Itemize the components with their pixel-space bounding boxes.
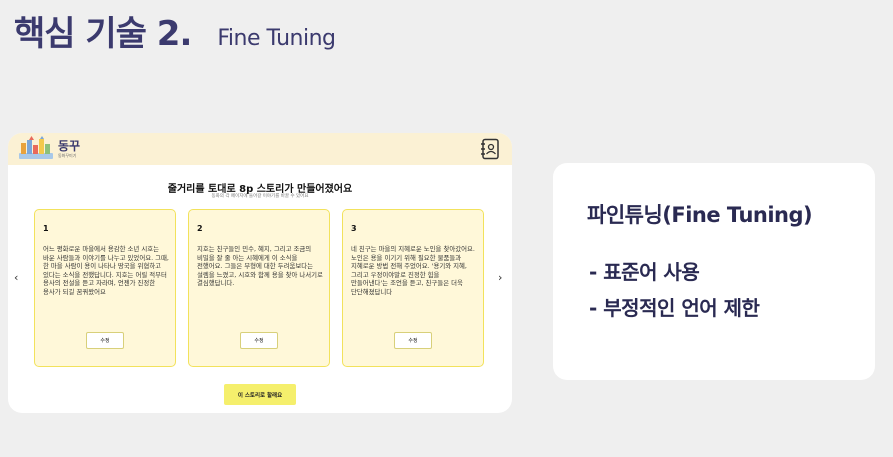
logo-name: 동꾸 xyxy=(58,139,81,153)
contacts-book-icon[interactable] xyxy=(480,138,500,160)
story-cards: 1 어느 평화로운 마을에서 용감한 소년 시호는 바운 사람들과 이야기를 나… xyxy=(34,209,486,367)
card-text: 네 친구는 마을의 지혜로운 노인을 찾아갔어요. 노인은 용을 이기기 위해 … xyxy=(351,245,475,296)
story-card: 3 네 친구는 마을의 지혜로운 노인을 찾아갔어요. 노인은 용을 이기기 위… xyxy=(342,209,484,367)
chevron-right-icon[interactable]: › xyxy=(498,271,502,284)
chevron-left-icon[interactable]: ‹ xyxy=(14,271,18,284)
logo-tagline: 동화꾸미기 xyxy=(58,153,77,158)
use-story-button[interactable]: 이 스토리로 할래요 xyxy=(224,384,296,405)
card-number: 2 xyxy=(197,224,203,233)
card-text: 어느 평화로운 마을에서 용감한 소년 시호는 바운 사람들과 이야기를 나누고… xyxy=(43,245,169,296)
edit-button[interactable]: 수정 xyxy=(394,332,432,349)
story-card: 2 지호는 친구들인 민수, 혜지, 그리고 조금의 비밀을 잘 줄 아는 시혜… xyxy=(188,209,330,367)
app-header: 동꾸 동화꾸미기 xyxy=(8,133,512,165)
slide-title-sub: Fine Tuning xyxy=(217,26,336,51)
app-logo[interactable]: 동꾸 동화꾸미기 xyxy=(18,136,80,162)
slide-title: 핵심 기술 2. Fine Tuning xyxy=(14,6,336,55)
card-number: 3 xyxy=(351,224,357,233)
book-logo-icon xyxy=(18,136,54,162)
slide-title-main: 핵심 기술 2. xyxy=(14,14,192,54)
app-screenshot: 동꾸 동화꾸미기 줄거리를 토대로 8p 스토리가 만들어졌어요 동화의 각 페… xyxy=(8,133,512,413)
story-card: 1 어느 평화로운 마을에서 용감한 소년 시호는 바운 사람들과 이야기를 나… xyxy=(34,209,176,367)
card-text: 지호는 친구들인 민수, 혜지, 그리고 조금의 비밀을 잘 줄 아는 시혜에게… xyxy=(197,245,323,288)
fine-tuning-panel: 파인튜닝(Fine Tuning) - 표준어 사용 - 부정적인 언어 제한 xyxy=(553,163,875,380)
story-subheading: 동화의 각 페이지에 들어갈 이야기를 바꿀 수 있어요 xyxy=(211,194,309,199)
panel-bullet: - 부정적인 언어 제한 xyxy=(589,296,760,320)
panel-title: 파인튜닝(Fine Tuning) xyxy=(587,203,813,227)
edit-button[interactable]: 수정 xyxy=(86,332,124,349)
card-number: 1 xyxy=(43,224,49,233)
edit-button[interactable]: 수정 xyxy=(240,332,278,349)
panel-bullet: - 표준어 사용 xyxy=(589,260,700,284)
